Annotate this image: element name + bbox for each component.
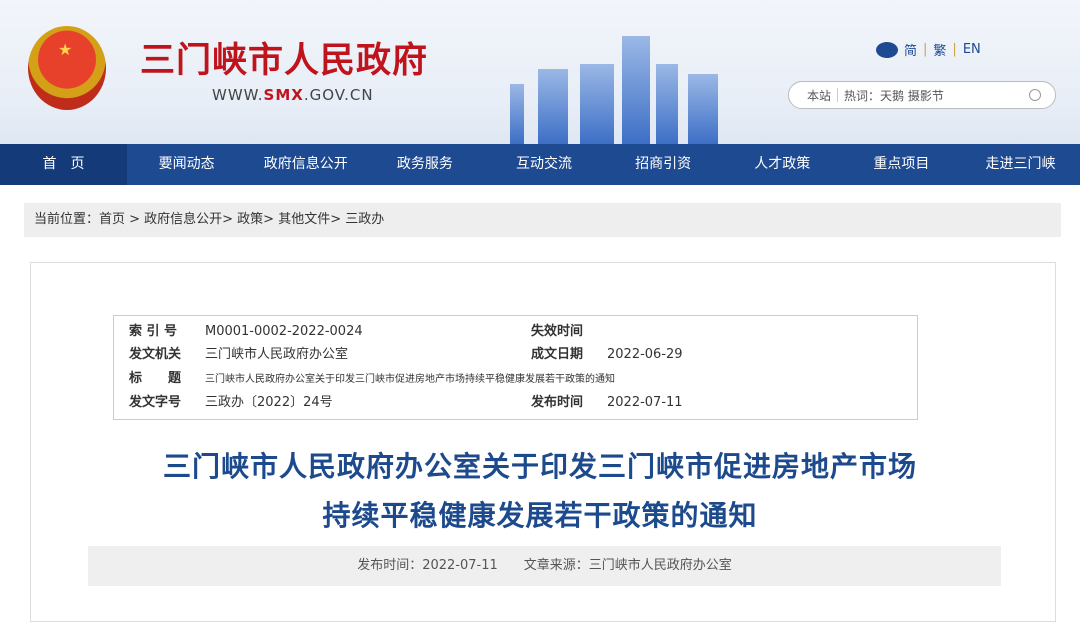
wechat-icon[interactable] (876, 41, 898, 58)
article-info-bar: 发布时间：2022-07-11 文章来源：三门峡市人民政府办公室 (88, 546, 1001, 586)
search-input[interactable]: 热词：天鹅 摄影节 (844, 87, 944, 104)
site-header: ★ 三门峡市人民政府 WWW.SMX.GOV.CN 简 | 繁 | EN 本站 热词… (0, 0, 1080, 144)
nav-interaction[interactable]: 互动交流 (484, 144, 603, 185)
nav-talent[interactable]: 人才政策 (723, 144, 842, 185)
nav-projects[interactable]: 重点项目 (842, 144, 961, 185)
nav-about[interactable]: 走进三门峡 (961, 144, 1080, 185)
lang-traditional[interactable]: 繁 (933, 40, 946, 59)
nav-services[interactable]: 政务服务 (365, 144, 484, 185)
national-emblem-logo: ★ (28, 26, 106, 110)
search-scope[interactable]: 本站 (807, 87, 831, 104)
language-switcher: 简 | 繁 | EN (876, 40, 981, 59)
nav-investment[interactable]: 招商引资 (604, 144, 723, 185)
article-title-line2: 持续平稳健康发展若干政策的通知 (322, 499, 758, 532)
lang-english[interactable]: EN (963, 42, 981, 57)
search-icon[interactable] (1029, 89, 1041, 101)
nav-info-disclosure[interactable]: 政府信息公开 (246, 144, 365, 185)
site-url: WWW.SMX.GOV.CN (212, 86, 374, 104)
breadcrumb[interactable]: 当前位置：首页 > 政府信息公开> 政策> 其他文件> 三政办 (24, 203, 1061, 237)
main-nav: 首 页 要闻动态 政府信息公开 政务服务 互动交流 招商引资 人才政策 重点项目… (0, 144, 1080, 185)
nav-news[interactable]: 要闻动态 (127, 144, 246, 185)
search-box[interactable]: 本站 热词：天鹅 摄影节 (788, 81, 1056, 109)
article-title-line1: 三门峡市人民政府办公室关于印发三门峡市促进房地产市场 (162, 450, 917, 483)
lang-simplified[interactable]: 简 (904, 40, 917, 59)
site-title[interactable]: 三门峡市人民政府 (140, 32, 428, 83)
nav-home[interactable]: 首 页 (0, 144, 128, 185)
document-meta-table: 索 引 号 M0001-0002-2022-0024 失效时间 发文机关 三门峡市人… (113, 315, 918, 420)
city-skyline-illustration (500, 36, 760, 144)
